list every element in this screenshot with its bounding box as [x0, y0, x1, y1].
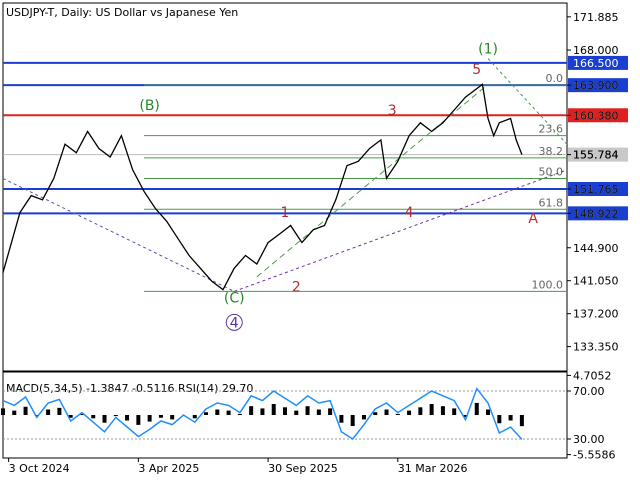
price-tick-label: 160.380	[573, 109, 619, 122]
time-tick-label: 3 Oct 2024	[9, 462, 70, 475]
time-tick-label: 31 Mar 2026	[398, 462, 468, 475]
price-tick-label: 148.922	[573, 207, 619, 220]
time-axis: 3 Oct 2024 3 Apr 2025 30 Sep 2025 31 Mar 20…	[8, 458, 468, 475]
macd-histogram-bar	[373, 412, 378, 415]
fib-level-label: 23.6	[539, 123, 564, 136]
macd-histogram-bar	[361, 415, 366, 420]
macd-histogram-bar	[519, 415, 524, 427]
macd-histogram-bar	[91, 415, 96, 419]
macd-histogram-bar	[305, 406, 310, 415]
macd-histogram-bar	[418, 407, 423, 415]
macd-histogram-bar	[192, 415, 197, 419]
macd-histogram-bar	[395, 413, 400, 415]
macd-histogram-bar	[249, 406, 254, 415]
macd-histogram-bar	[384, 409, 389, 415]
wave-label: 4	[230, 315, 239, 331]
macd-histogram-bar	[170, 415, 175, 420]
macd-histogram-bar	[407, 410, 412, 415]
macd-histogram-bar	[113, 415, 118, 417]
macd-histogram-bar	[474, 402, 479, 415]
wave-label: 4	[405, 205, 414, 221]
wave-label: 5	[472, 62, 481, 78]
main-plot-frame	[2, 2, 568, 372]
macd-histogram-bar	[147, 415, 152, 422]
price-tick-label: 168.000	[573, 44, 619, 57]
wave-label: 3	[388, 103, 397, 119]
wave-label: (B)	[139, 98, 160, 114]
price-tick-label: 133.350	[573, 341, 619, 354]
price-tick-label: 141.050	[573, 275, 619, 288]
macd-histogram-bar	[452, 408, 457, 415]
wave-label: (C)	[224, 291, 245, 307]
price-tick-label: 155.784	[573, 149, 619, 162]
time-tick-label: 30 Sep 2025	[268, 462, 338, 475]
macd-histogram-bar	[486, 409, 491, 415]
fib-level-label: 0.0	[546, 72, 564, 85]
wave-label: 1	[281, 205, 290, 221]
macd-histogram-bar	[1, 408, 5, 415]
indicator-title: MACD(5,34,5) -1.3847 -0.5116 RSI(14) 29.…	[6, 382, 253, 395]
wave-label: 2	[292, 279, 301, 295]
fib-level-label: 50.0	[539, 165, 564, 178]
fib-level-label: 38.2	[539, 145, 564, 158]
price-tick-label: 151.765	[573, 183, 619, 196]
price-tick-label: 163.900	[573, 79, 619, 92]
price-tick-label: 144.900	[573, 242, 619, 255]
fib-level-label: 61.8	[539, 196, 564, 209]
chart-title: USDJPY-T, Daily: US Dollar vs Japanese Y…	[6, 6, 238, 19]
macd-histogram-bar	[23, 406, 28, 415]
level-price-label: 166.500	[573, 57, 619, 70]
macd-histogram-bar	[429, 404, 434, 415]
macd-histogram-bar	[260, 408, 265, 415]
macd-histogram-bar	[12, 410, 17, 415]
indicator-tick-label: 70.00	[573, 385, 605, 398]
price-tick-label: 137.200	[573, 308, 619, 321]
macd-histogram-bar	[497, 415, 502, 424]
macd-histogram-bar	[102, 415, 107, 423]
wave-label: A	[528, 211, 538, 227]
macd-histogram-bar	[440, 406, 445, 415]
indicator-tick-label: 4.7052	[573, 369, 612, 382]
price-tick-label: 171.885	[573, 11, 619, 24]
fib-level-label: 100.0	[532, 278, 564, 291]
indicator-tick-label: -5.5586	[573, 449, 615, 462]
macd-histogram-bar	[204, 412, 209, 415]
indicator-tick-label: 30.00	[573, 433, 605, 446]
macd-histogram-bar	[226, 410, 231, 415]
wave-label: (1)	[478, 41, 498, 57]
macd-histogram-bar	[350, 415, 355, 426]
macd-histogram-bar	[158, 415, 163, 418]
macd-histogram-bar	[46, 409, 51, 415]
chart-canvas: USDJPY-T, Daily: US Dollar vs Japanese Y…	[1, 2, 628, 475]
macd-histogram-bar	[136, 415, 141, 425]
macd-histogram-bar	[339, 415, 344, 423]
macd-histogram-bar	[316, 409, 321, 415]
macd-histogram-bar	[57, 407, 62, 415]
macd-histogram-bar	[215, 409, 220, 415]
time-tick-label: 3 Apr 2025	[138, 462, 199, 475]
macd-histogram-bar	[508, 415, 513, 421]
macd-histogram-bar	[283, 407, 287, 415]
macd-histogram-bar	[328, 408, 333, 415]
macd-histogram-bar	[125, 415, 130, 421]
macd-histogram-bar	[271, 404, 276, 415]
macd-histogram-bar	[237, 413, 242, 415]
macd-histogram-bar	[294, 410, 299, 415]
